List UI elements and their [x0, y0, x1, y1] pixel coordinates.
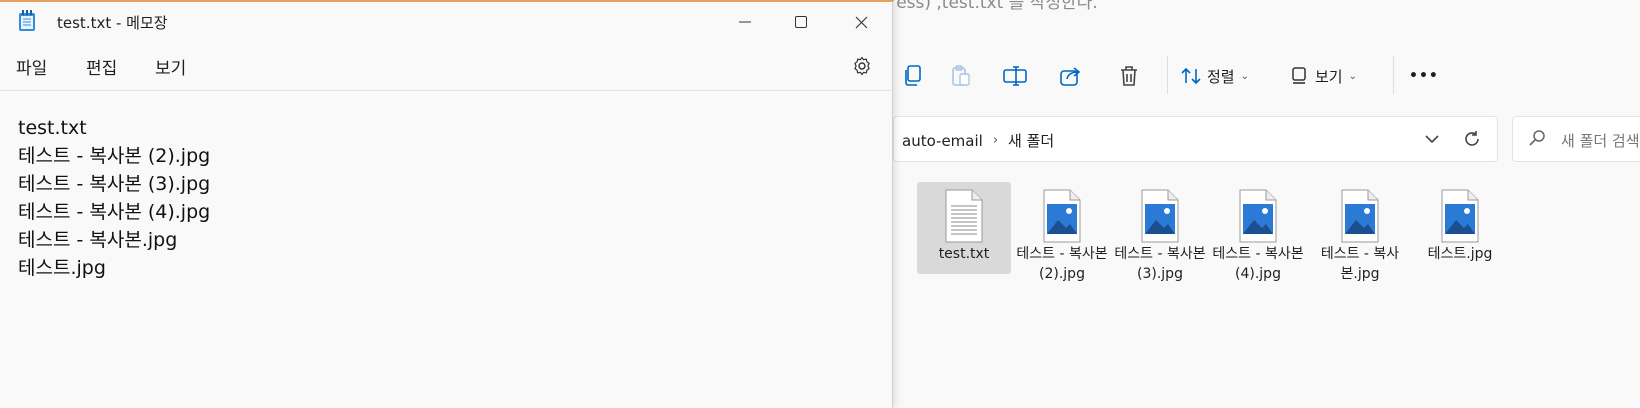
- file-name: 테스트.jpg: [1427, 246, 1493, 262]
- file-item-image[interactable]: 테스트 - 복사본 (4).jpg: [1211, 182, 1305, 282]
- menu-divider: [0, 90, 893, 91]
- file-list: test.txt 테스트 - 복사본 (2).jpg 테스트 - 복사본 (3)…: [893, 180, 1640, 408]
- background-document-text: ddress) ,test.txt 를 작성한다.: [868, 0, 1098, 13]
- file-name: 테스트 - 복사본 (3).jpg: [1114, 246, 1206, 282]
- file-item-image[interactable]: 테스트 - 복사본 (2).jpg: [1015, 182, 1109, 282]
- text-file-icon: [945, 189, 983, 243]
- address-history-dropdown[interactable]: [1421, 128, 1443, 150]
- menu-file[interactable]: 파일: [16, 54, 47, 79]
- text-line: test.txt: [18, 117, 87, 139]
- delete-button[interactable]: [1109, 58, 1149, 94]
- copy-button[interactable]: [893, 58, 933, 94]
- close-button[interactable]: [838, 4, 884, 40]
- minimize-button[interactable]: [722, 4, 768, 40]
- sort-icon: [1181, 67, 1201, 85]
- view-icon: [1292, 67, 1306, 84]
- minimize-icon: [739, 21, 751, 23]
- more-options-button[interactable]: •••: [1409, 58, 1439, 94]
- breadcrumb-item[interactable]: 새 폴더: [1008, 130, 1054, 151]
- text-line: 테스트 - 복사본 (2).jpg: [18, 145, 211, 167]
- image-file-icon: [1239, 189, 1277, 243]
- toolbar-separator: [1393, 56, 1394, 94]
- breadcrumb-item[interactable]: auto-email: [902, 132, 983, 150]
- window-title: test.txt - 메모장: [57, 14, 168, 32]
- text-line: 테스트.jpg: [18, 257, 106, 279]
- notepad-app-icon: [19, 10, 35, 31]
- image-file-icon: [1341, 189, 1379, 243]
- chevron-right-icon: ›: [992, 133, 999, 148]
- view-dropdown[interactable]: 보기 ⌄: [1289, 58, 1357, 94]
- paste-icon: [952, 65, 970, 86]
- rename-button[interactable]: [995, 58, 1035, 94]
- sort-dropdown[interactable]: 정렬 ⌄: [1181, 58, 1249, 94]
- file-item-image[interactable]: 테스트 - 복사본.jpg: [1313, 182, 1407, 282]
- file-name: 테스트 - 복사본.jpg: [1320, 246, 1400, 282]
- image-file-icon: [1441, 189, 1479, 243]
- chevron-down-icon: ⌄: [1348, 70, 1357, 82]
- search-icon: [1529, 130, 1545, 146]
- chevron-down-icon: [1425, 135, 1439, 144]
- gear-icon: [854, 56, 870, 76]
- settings-button[interactable]: [850, 54, 874, 78]
- text-line: 테스트 - 복사본 (4).jpg: [18, 201, 211, 223]
- rename-icon: [1003, 66, 1027, 86]
- file-name: 테스트 - 복사본 (2).jpg: [1016, 246, 1108, 282]
- share-icon: [1060, 67, 1081, 86]
- menu-view[interactable]: 보기: [155, 54, 186, 79]
- copy-icon: [905, 65, 921, 86]
- text-line: 테스트 - 복사본 (3).jpg: [18, 173, 211, 195]
- file-item-image[interactable]: 테스트 - 복사본 (3).jpg: [1113, 182, 1207, 282]
- title-bar[interactable]: test.txt - 메모장: [0, 2, 893, 40]
- image-file-icon: [1141, 189, 1179, 243]
- maximize-button[interactable]: [778, 4, 824, 40]
- search-field[interactable]: 새 폴더 검색: [1512, 116, 1640, 162]
- toolbar-separator: [1167, 56, 1168, 94]
- chevron-down-icon: ⌄: [1240, 70, 1249, 82]
- file-name: 테스트 - 복사본 (4).jpg: [1212, 246, 1304, 282]
- paste-button[interactable]: [941, 58, 981, 94]
- refresh-icon: [1465, 131, 1479, 146]
- menu-bar: 파일 편집 보기: [0, 44, 893, 88]
- notepad-window: test.txt - 메모장 파일 편집 보기 test.txt 테스트 - 복…: [0, 0, 893, 408]
- share-button[interactable]: [1051, 58, 1091, 94]
- text-editor[interactable]: test.txt 테스트 - 복사본 (2).jpg 테스트 - 복사본 (3)…: [18, 114, 878, 400]
- text-line: 테스트 - 복사본.jpg: [18, 229, 178, 251]
- image-file-icon: [1043, 189, 1081, 243]
- file-item-test-txt[interactable]: test.txt: [917, 182, 1011, 274]
- view-label: 보기: [1315, 67, 1343, 86]
- breadcrumb: auto-email › 새 폴더: [902, 130, 1054, 151]
- file-name: test.txt: [938, 246, 990, 262]
- sort-label: 정렬: [1207, 67, 1235, 86]
- menu-edit[interactable]: 편집: [86, 54, 117, 79]
- delete-icon: [1121, 66, 1137, 86]
- explorer-toolbar: 정렬 ⌄ 보기 ⌄ •••: [893, 44, 1640, 106]
- address-bar[interactable]: auto-email › 새 폴더: [893, 116, 1498, 162]
- close-icon: [855, 16, 867, 28]
- file-item-image[interactable]: 테스트.jpg: [1413, 182, 1507, 274]
- maximize-icon: [795, 16, 807, 28]
- search-placeholder: 새 폴더 검색: [1561, 132, 1640, 150]
- refresh-button[interactable]: [1461, 128, 1483, 150]
